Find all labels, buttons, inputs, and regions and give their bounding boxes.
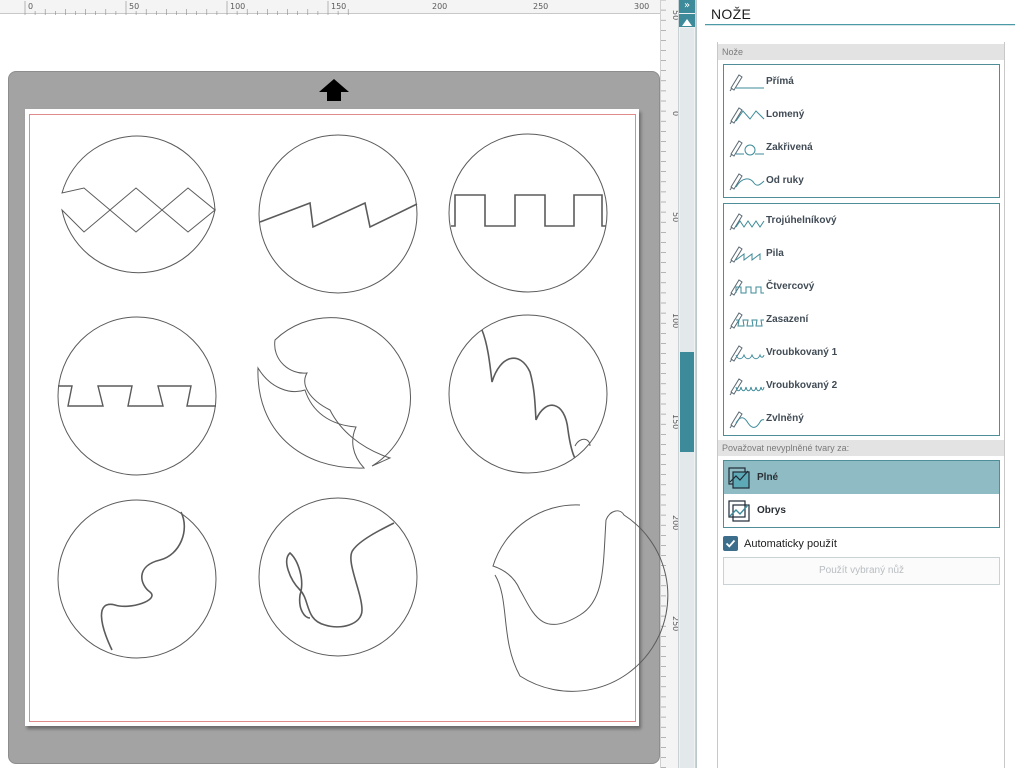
ruler-label: 200 — [432, 2, 447, 11]
vertical-ruler-ticks: 50050100150200250 — [661, 0, 680, 768]
checkmark-icon — [723, 536, 738, 551]
knife-item-saw[interactable]: Pila — [724, 237, 999, 270]
treat-option-outline[interactable]: Obrys — [724, 494, 999, 527]
expand-panel-button[interactable]: » — [679, 0, 695, 13]
ruler-label: 0 — [28, 2, 33, 11]
treat-options: Plné Obrys — [723, 460, 1000, 528]
treat-unfilled-header: Považovat nevyplněné tvary za: — [718, 440, 1004, 456]
curved-knife-icon — [729, 139, 764, 157]
apply-knife-button[interactable]: Použít vybraný nůž — [723, 557, 1000, 585]
scallop1-knife-icon — [729, 344, 765, 362]
media-sheet[interactable] — [25, 109, 639, 726]
title-divider — [705, 24, 1015, 26]
knife-label: Zvlněný — [766, 413, 804, 424]
knife-label: Od ruky — [766, 175, 804, 186]
knife-item-freehand[interactable]: Od ruky — [724, 164, 999, 197]
design-canvas[interactable]: 0 50 100 150 200 250 300 50050100150200250 — [0, 0, 680, 768]
feed-direction-arrow-icon — [318, 78, 350, 102]
saw-knife-icon — [729, 245, 761, 263]
pattern-knives-list: Trojúhelníkový Pila Čtvercový Zasazení V… — [723, 203, 1000, 436]
treat-option-filled[interactable]: Plné — [724, 461, 999, 494]
ruler-label: 100 — [230, 2, 245, 11]
triangular-knife-icon — [729, 212, 765, 230]
knife-item-straight[interactable]: Přímá — [724, 65, 999, 98]
double-chevron-right-icon: » — [683, 0, 691, 11]
knives-panel: NOŽE Nože Přímá Lomený Zakřivená Od ruky… — [696, 0, 1024, 768]
knives-group-header: Nože — [718, 44, 1004, 60]
wavy-knife-icon — [729, 410, 765, 428]
square-knife-icon — [729, 278, 764, 296]
knife-label: Vroubkovaný 1 — [766, 347, 838, 358]
ruler-label: 250 — [533, 2, 548, 11]
knife-item-broken[interactable]: Lomený — [724, 98, 999, 131]
panel-title: NOŽE — [711, 6, 752, 22]
knife-item-scallop1[interactable]: Vroubkovaný 1 — [724, 336, 999, 369]
horizontal-ruler: 0 50 100 150 200 250 300 — [0, 0, 660, 15]
scallop2-knife-icon — [729, 377, 765, 395]
knife-label: Pila — [766, 248, 784, 259]
ruler-label: 150 — [331, 2, 346, 11]
scroll-up-button[interactable] — [679, 14, 695, 27]
auto-apply-label: Automaticky použít — [744, 537, 837, 550]
knife-label: Trojúhelníkový — [766, 215, 837, 226]
knife-item-wavy[interactable]: Zvlněný — [724, 402, 999, 435]
filled-shape-icon — [728, 466, 750, 489]
auto-apply-checkbox[interactable]: Automaticky použít — [723, 536, 837, 551]
knife-item-square[interactable]: Čtvercový — [724, 270, 999, 303]
knife-item-notch[interactable]: Zasazení — [724, 303, 999, 336]
notch-knife-icon — [729, 311, 764, 329]
treat-option-label: Plné — [757, 472, 779, 483]
treat-option-label: Obrys — [757, 505, 786, 516]
ruler-label: 50 — [129, 2, 139, 11]
knife-label: Čtvercový — [766, 281, 815, 292]
vertical-scrollbar[interactable]: » — [678, 0, 696, 768]
horizontal-ruler-ticks: 0 50 100 150 200 250 300 — [24, 1, 649, 15]
knife-item-curved[interactable]: Zakřivená — [724, 131, 999, 164]
basic-knives-list: Přímá Lomený Zakřivená Od ruky — [723, 64, 1000, 198]
outline-shape-icon — [728, 499, 750, 522]
scroll-thumb[interactable] — [680, 352, 694, 452]
knife-label: Lomený — [766, 109, 805, 120]
knife-label: Přímá — [766, 76, 794, 87]
broken-knife-icon — [729, 106, 765, 124]
knife-label: Vroubkovaný 2 — [766, 380, 838, 391]
ruler-label: 300 — [634, 2, 649, 11]
app-window: 0 50 100 150 200 250 300 50050100150200250 — [0, 0, 1024, 768]
straight-knife-icon — [729, 73, 764, 91]
knife-item-triangular[interactable]: Trojúhelníkový — [724, 204, 999, 237]
freehand-knife-icon — [729, 172, 765, 190]
knife-label: Zasazení — [766, 314, 809, 325]
knife-label: Zakřivená — [766, 142, 813, 153]
vertical-ruler: 50050100150200250 — [660, 0, 680, 768]
knife-item-scallop2[interactable]: Vroubkovaný 2 — [724, 369, 999, 402]
